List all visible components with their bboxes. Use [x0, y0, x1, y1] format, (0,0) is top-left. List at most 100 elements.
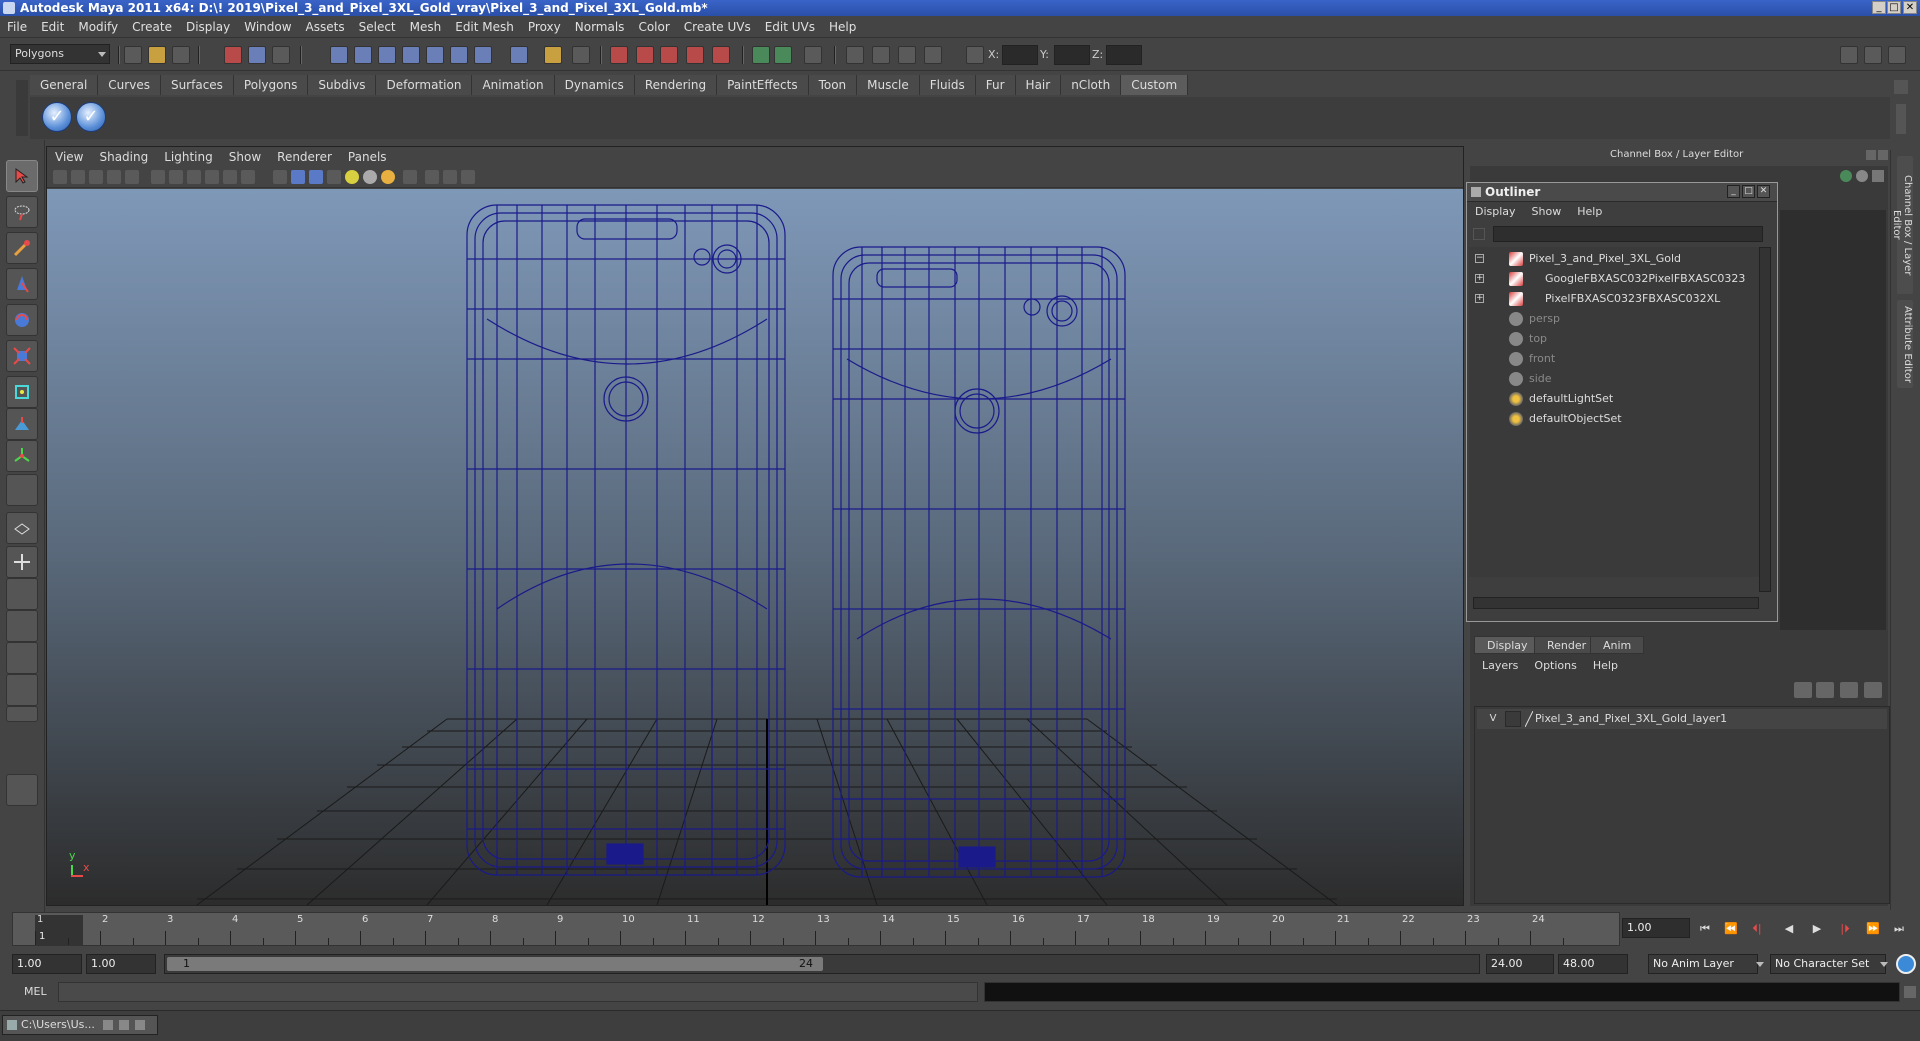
outliner-item[interactable]: + PixelFBXASC0323FBXASC032XL [1469, 289, 1759, 309]
layer-playback-toggle[interactable] [1505, 711, 1521, 727]
shelf-tab-fluids[interactable]: Fluids [919, 75, 976, 95]
shelf-tab-rendering[interactable]: Rendering [634, 75, 718, 95]
resolution-gate-icon[interactable] [169, 170, 183, 184]
shelf-tab-polygons[interactable]: Polygons [233, 75, 309, 95]
menu-file[interactable]: File [0, 17, 34, 37]
wireframe-icon[interactable] [273, 170, 287, 184]
attribute-editor-icon[interactable] [846, 46, 864, 64]
high-quality-icon[interactable] [381, 170, 395, 184]
close-button[interactable]: ✕ [1903, 1, 1917, 14]
last-tool-icon[interactable] [6, 474, 38, 506]
z-field[interactable] [1106, 45, 1142, 65]
shelf-tab-surfaces[interactable]: Surfaces [160, 75, 234, 95]
float-panel-icon[interactable] [1866, 150, 1876, 160]
outliner-minimize-button[interactable]: _ [1727, 185, 1740, 198]
outliner-horizontal-scrollbar[interactable] [1473, 597, 1759, 609]
snap-point-icon[interactable] [378, 46, 396, 64]
menu-display[interactable]: Display [179, 17, 237, 37]
history-icon[interactable] [510, 46, 528, 64]
ipr-render-icon[interactable] [636, 46, 654, 64]
layer-tab-display[interactable]: Display [1474, 636, 1541, 654]
menu-create-uvs[interactable]: Create UVs [677, 17, 758, 37]
panel-menu-panels[interactable]: Panels [340, 147, 395, 167]
render-view-icon[interactable] [686, 46, 704, 64]
panel-menu-view[interactable]: View [47, 147, 91, 167]
shelf-tab-custom[interactable]: Custom [1121, 75, 1189, 95]
save-scene-icon[interactable] [172, 46, 190, 64]
menu-mesh[interactable]: Mesh [403, 17, 449, 37]
maximize-icon[interactable] [119, 1020, 129, 1030]
soft-mod-icon[interactable] [6, 408, 38, 440]
new-layer-icon[interactable] [1840, 682, 1858, 698]
menu-edit-uvs[interactable]: Edit UVs [758, 17, 822, 37]
textured-icon[interactable] [327, 170, 341, 184]
outliner-item[interactable]: persp [1469, 309, 1759, 329]
step-forward-frame-button[interactable]: |⏵ [1836, 922, 1854, 936]
menu-modify[interactable]: Modify [71, 17, 125, 37]
select-object-icon[interactable] [248, 46, 266, 64]
shelf-tab-ncloth[interactable]: nCloth [1061, 75, 1122, 95]
go-to-end-button[interactable]: ⏭ [1890, 922, 1908, 936]
script-editor-icon[interactable] [1904, 986, 1916, 998]
select-tool-icon[interactable] [6, 160, 38, 192]
outliner-menu-help[interactable]: Help [1569, 202, 1610, 222]
tool-settings-icon[interactable] [872, 46, 890, 64]
bookmark-icon[interactable] [89, 170, 103, 184]
maximize-button[interactable]: □ [1887, 1, 1901, 14]
paint-select-tool-icon[interactable] [6, 232, 38, 264]
menu-assets[interactable]: Assets [299, 17, 352, 37]
shelf-menu-handle[interactable] [16, 80, 28, 136]
menu-edit[interactable]: Edit [34, 17, 71, 37]
shelf-tab-muscle[interactable]: Muscle [857, 75, 920, 95]
lasso-tool-icon[interactable] [6, 196, 38, 228]
tab-channel-box[interactable]: Channel Box / Layer Editor [1891, 156, 1913, 294]
use-all-lights-icon[interactable] [345, 170, 359, 184]
shadows-icon[interactable] [363, 170, 377, 184]
tab-attribute-editor[interactable]: Attribute Editor [1897, 300, 1913, 388]
new-layer-selected-icon[interactable] [1864, 682, 1882, 698]
mel-label[interactable]: MEL [24, 985, 47, 998]
menu-color[interactable]: Color [631, 17, 676, 37]
outliner-item[interactable]: defaultLightSet [1469, 389, 1759, 409]
layer-visibility-toggle[interactable]: V [1485, 711, 1501, 727]
render-settings-icon[interactable] [660, 46, 678, 64]
layer-tab-anim[interactable]: Anim [1590, 636, 1645, 654]
new-scene-icon[interactable] [124, 46, 142, 64]
lock-icon[interactable] [544, 46, 562, 64]
character-set-select[interactable]: No Character Set [1770, 954, 1886, 974]
current-frame-field[interactable]: 1.00 [1622, 918, 1690, 938]
animation-end-field[interactable]: 48.00 [1558, 954, 1628, 974]
persp-graph-layout-icon[interactable] [6, 610, 38, 642]
menu-select[interactable]: Select [352, 17, 403, 37]
outliner-filter-input[interactable] [1493, 226, 1763, 242]
wireframe-on-shaded-icon[interactable] [309, 170, 323, 184]
restore-icon[interactable] [103, 1020, 113, 1030]
scale-tool-icon[interactable] [6, 340, 38, 372]
show-hide-tool-icon[interactable] [1888, 46, 1906, 64]
backface-icon[interactable] [461, 170, 475, 184]
layer-editor-icon[interactable] [924, 46, 942, 64]
step-back-key-button[interactable]: ⏪ [1722, 922, 1740, 936]
image-plane-icon[interactable] [107, 170, 121, 184]
shelf-tab-toon[interactable]: Toon [808, 75, 858, 95]
play-backwards-button[interactable]: ◀ [1780, 922, 1798, 936]
camera-attributes-icon[interactable] [71, 170, 85, 184]
four-view-layout-icon[interactable] [6, 546, 38, 578]
outliner-item[interactable]: side [1469, 369, 1759, 389]
safe-title-icon[interactable] [241, 170, 255, 184]
transform-icon[interactable] [966, 46, 984, 64]
animation-start-field[interactable]: 1.00 [12, 954, 82, 974]
layer-menu-options[interactable]: Options [1526, 656, 1584, 676]
persp-outliner-layout-icon[interactable] [6, 578, 38, 610]
menu-window[interactable]: Window [237, 17, 298, 37]
persp-graph-hypergraph-layout-icon[interactable] [6, 674, 38, 706]
range-slider[interactable]: 1 24 [164, 954, 1480, 974]
tool-settings-bottom-icon[interactable] [6, 774, 38, 806]
outliner-title-bar[interactable]: Outliner _ □ ✕ [1467, 183, 1777, 202]
custom-shelf-check-icon-1[interactable]: ✓ [42, 102, 72, 132]
snap-plane-icon[interactable] [402, 46, 420, 64]
xray-icon[interactable] [425, 170, 439, 184]
shelf-tab-subdivs[interactable]: Subdivs [308, 75, 377, 95]
channel-box-icon[interactable] [898, 46, 916, 64]
move-layer-down-icon[interactable] [1816, 682, 1834, 698]
